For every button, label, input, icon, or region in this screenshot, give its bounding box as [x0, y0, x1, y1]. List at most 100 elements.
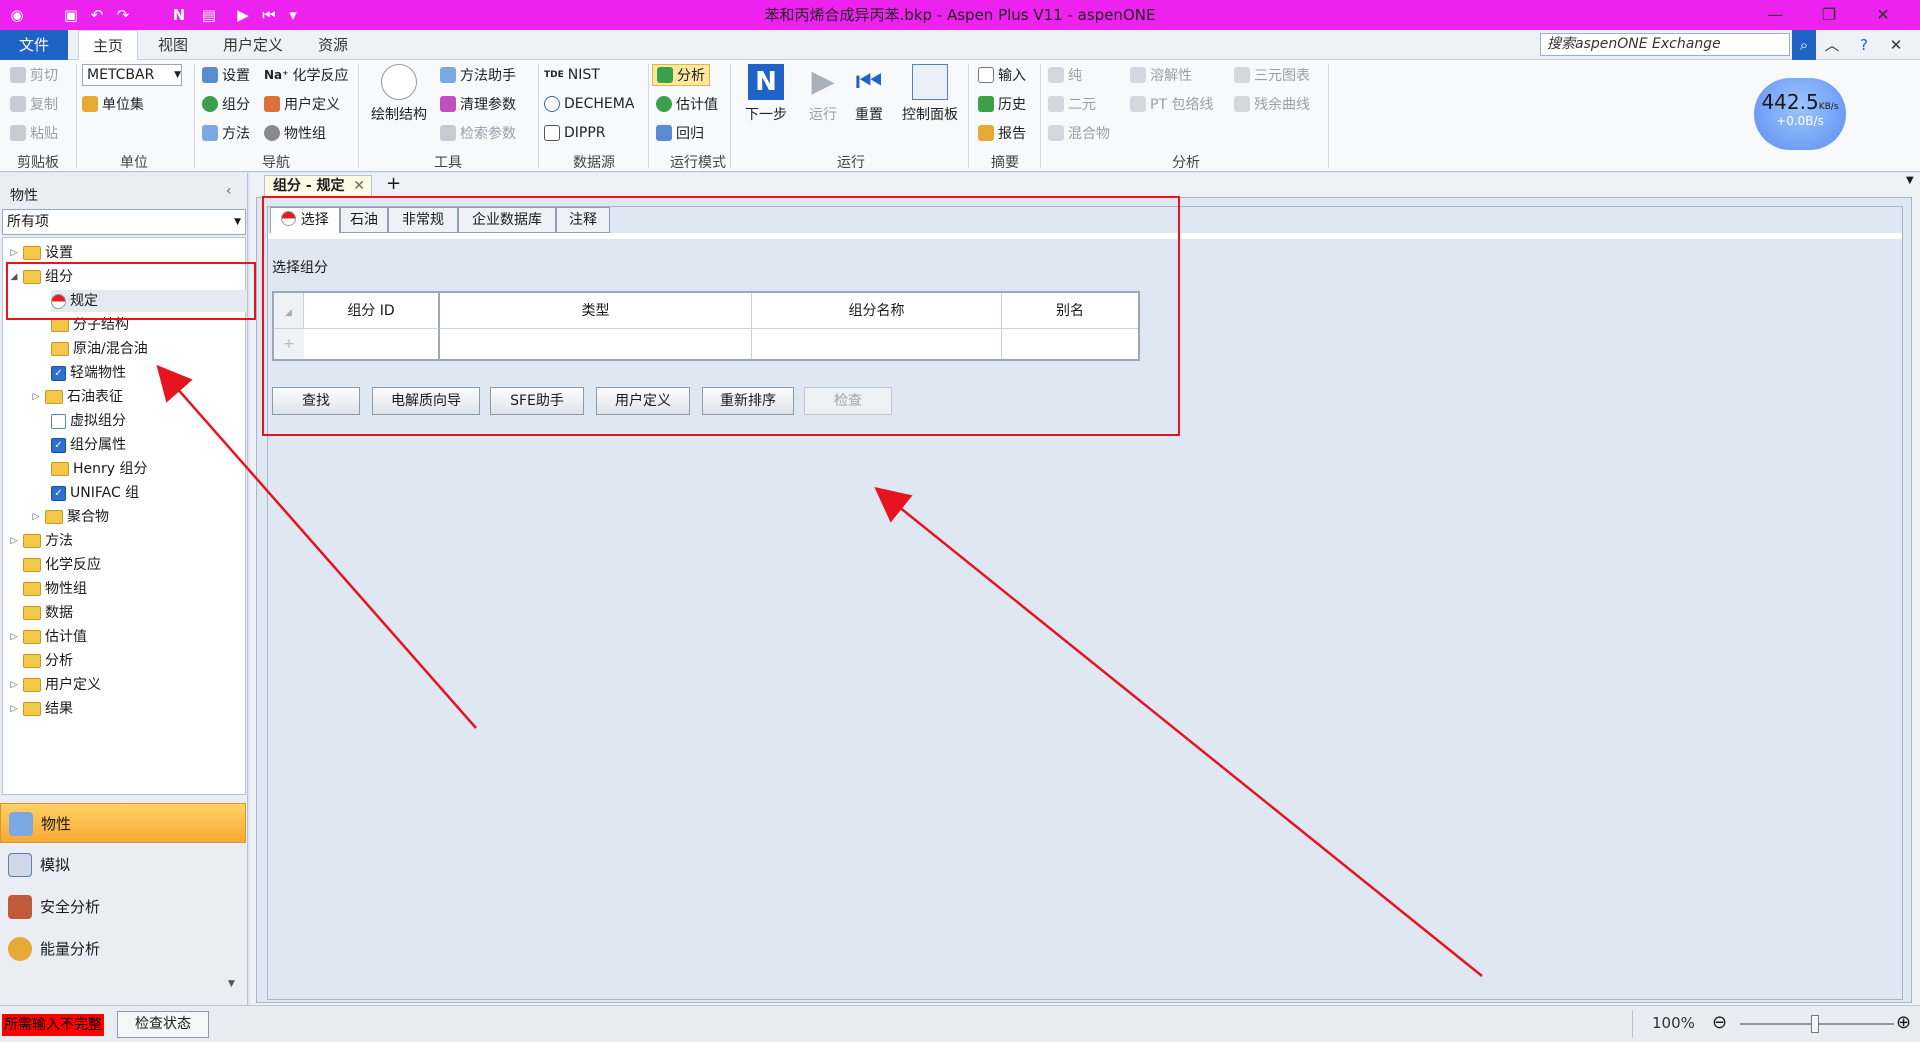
- history-icon: [978, 96, 994, 112]
- copy-button[interactable]: 复制: [10, 93, 58, 115]
- tree-item-analysis[interactable]: 分析: [23, 650, 73, 672]
- nav-properties[interactable]: 物性: [0, 803, 246, 843]
- cut-button[interactable]: 剪切: [10, 64, 58, 86]
- tab-customize[interactable]: 用户定义: [210, 30, 296, 60]
- tree-item-data[interactable]: 数据: [23, 602, 73, 624]
- run-icon[interactable]: ▶: [232, 4, 254, 26]
- tree-item-results[interactable]: ▷ 结果: [9, 698, 73, 720]
- tree-item-polymers[interactable]: ▷ 聚合物: [31, 506, 109, 528]
- expand-icon[interactable]: ▷: [31, 506, 41, 528]
- more-options-icon[interactable]: ▼: [228, 979, 235, 989]
- zoom-out-icon[interactable]: ⊖: [1712, 1012, 1727, 1033]
- tree-item-unifac-groups[interactable]: ✓ UNIFAC 组: [51, 482, 139, 504]
- tree-item-assay-blend[interactable]: 原油/混合油: [51, 338, 148, 360]
- expand-icon[interactable]: ▷: [9, 626, 19, 648]
- expand-icon[interactable]: ▷: [31, 386, 41, 408]
- nav-energy-analysis[interactable]: 能量分析: [0, 929, 246, 969]
- collapse-ribbon-icon[interactable]: ︿: [1822, 30, 1842, 60]
- tab-view[interactable]: 视图: [146, 30, 200, 60]
- estimation-mode-button[interactable]: 估计值: [656, 93, 718, 115]
- tab-resources[interactable]: 资源: [306, 30, 360, 60]
- tab-list-icon[interactable]: ▼: [1906, 175, 1914, 186]
- expand-icon[interactable]: ▷: [9, 674, 19, 696]
- binary-button[interactable]: 二元: [1048, 93, 1096, 115]
- reset-icon[interactable]: ⏮: [258, 4, 280, 26]
- solubility-button[interactable]: 溶解性: [1130, 64, 1192, 86]
- components-button[interactable]: 组分: [202, 93, 250, 115]
- tree-item-estimation[interactable]: ▷ 估计值: [9, 626, 87, 648]
- restore-icon[interactable]: ❐: [1806, 0, 1852, 30]
- reset-button[interactable]: ⏮ 重置: [846, 64, 892, 124]
- next-step-icon[interactable]: N: [168, 4, 190, 26]
- run-button[interactable]: ▶ 运行: [800, 64, 846, 124]
- setup-button[interactable]: 设置: [202, 64, 250, 86]
- prop-sets-button[interactable]: 物性组: [264, 122, 326, 144]
- paste-button[interactable]: 粘贴: [10, 122, 58, 144]
- document-tab[interactable]: 组分 - 规定 ✕: [264, 175, 372, 197]
- retrieve-parameters-button[interactable]: 检索参数: [440, 122, 516, 144]
- tree-item-chemistry[interactable]: 化学反应: [23, 554, 101, 576]
- tree-item-henry-comps[interactable]: Henry 组分: [51, 458, 148, 480]
- analysis-mode-button[interactable]: 分析: [652, 64, 710, 86]
- group-label-tools: 工具: [434, 155, 462, 171]
- close-icon[interactable]: ✕: [1860, 0, 1906, 30]
- close-tab-icon[interactable]: ✕: [353, 176, 365, 196]
- nav-safety-analysis[interactable]: 安全分析: [0, 887, 246, 927]
- solubility-icon: [1130, 67, 1146, 83]
- methods-assistant-button[interactable]: 方法助手: [440, 64, 516, 86]
- close-ribbon-icon[interactable]: ✕: [1886, 30, 1906, 60]
- nav-simulation[interactable]: 模拟: [0, 845, 246, 885]
- tree-item-comp-attr[interactable]: ✓ 组分属性: [51, 434, 126, 456]
- chemistry-button[interactable]: Na⁺ 化学反应: [264, 64, 348, 86]
- draw-structure-button[interactable]: 绘制结构: [366, 64, 432, 124]
- tree-item-light-end[interactable]: ✓ 轻端物性: [51, 362, 126, 384]
- control-panel-button[interactable]: 控制面板: [896, 64, 964, 124]
- file-menu[interactable]: 文件: [0, 30, 68, 60]
- pure-icon: [1048, 67, 1064, 83]
- clean-parameters-button[interactable]: 清理参数: [440, 93, 516, 115]
- tree-item-prop-sets[interactable]: 物性组: [23, 578, 87, 600]
- filter-select[interactable]: 所有项 ▼: [2, 209, 246, 235]
- dechema-button[interactable]: DECHEMA: [544, 93, 634, 115]
- input-button[interactable]: 输入: [978, 64, 1026, 86]
- app-logo-icon[interactable]: ◉: [6, 4, 28, 26]
- expand-icon[interactable]: ▷: [9, 698, 19, 720]
- ternary-diagram-button[interactable]: 三元图表: [1234, 64, 1310, 86]
- search-input[interactable]: 搜索aspenONE Exchange: [1540, 33, 1790, 56]
- customize-button[interactable]: 用户定义: [264, 93, 340, 115]
- regression-mode-button[interactable]: 回归: [656, 122, 704, 144]
- search-icon[interactable]: ⌕: [1792, 30, 1816, 60]
- add-tab-icon[interactable]: +: [386, 173, 401, 194]
- residue-curves-button[interactable]: 残余曲线: [1234, 93, 1310, 115]
- minimize-icon[interactable]: —: [1752, 0, 1798, 30]
- zoom-slider-handle[interactable]: [1811, 1015, 1819, 1033]
- pt-envelope-button[interactable]: PT 包络线: [1130, 93, 1213, 115]
- customize-toolbar-icon[interactable]: ▾: [282, 4, 304, 26]
- control-panel-icon[interactable]: ▤: [198, 4, 220, 26]
- expand-icon[interactable]: ▷: [9, 242, 19, 264]
- check-status-button[interactable]: 检查状态: [117, 1011, 209, 1038]
- zoom-in-icon[interactable]: ⊕: [1896, 1012, 1911, 1033]
- mixture-button[interactable]: 混合物: [1048, 122, 1110, 144]
- undo-icon[interactable]: ↶: [86, 4, 108, 26]
- save-icon[interactable]: ▣: [60, 4, 82, 26]
- nist-button[interactable]: TDE NIST: [544, 64, 600, 86]
- redo-icon[interactable]: ↷: [112, 4, 134, 26]
- dippr-button[interactable]: DIPPR: [544, 122, 606, 144]
- expand-icon[interactable]: ▷: [9, 530, 19, 552]
- unit-set-select[interactable]: METCBAR ▼: [82, 64, 182, 86]
- next-button[interactable]: N 下一步: [738, 64, 794, 124]
- tree-item-customize[interactable]: ▷ 用户定义: [9, 674, 101, 696]
- collapse-pane-icon[interactable]: ‹: [226, 183, 232, 199]
- methods-button[interactable]: 方法: [202, 122, 250, 144]
- unit-sets-button[interactable]: 单位集: [82, 93, 144, 115]
- tree-item-petro-char[interactable]: ▷ 石油表征: [31, 386, 123, 408]
- history-button[interactable]: 历史: [978, 93, 1026, 115]
- pure-button[interactable]: 纯: [1048, 64, 1082, 86]
- tab-home[interactable]: 主页: [78, 30, 138, 61]
- tree-item-methods[interactable]: ▷ 方法: [9, 530, 73, 552]
- tree-item-setup[interactable]: ▷ 设置: [9, 242, 73, 264]
- tree-item-pseudocomponents[interactable]: 虚拟组分: [51, 410, 126, 432]
- help-icon[interactable]: ?: [1854, 30, 1874, 60]
- report-button[interactable]: 报告: [978, 122, 1026, 144]
